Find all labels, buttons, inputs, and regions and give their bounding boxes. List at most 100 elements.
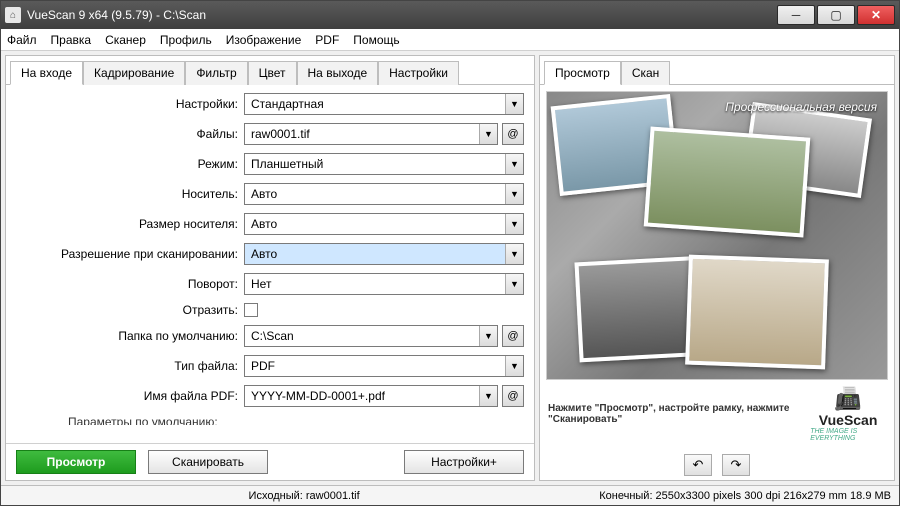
minimize-button[interactable]: ─	[777, 5, 815, 25]
label-pdfname: Имя файла PDF:	[16, 389, 244, 403]
at-button-folder[interactable]: @	[502, 325, 524, 347]
tab-settings[interactable]: Настройки	[378, 61, 459, 85]
at-button-files[interactable]: @	[502, 123, 524, 145]
left-buttons: Просмотр Сканировать Настройки+	[6, 443, 534, 480]
tab-filter[interactable]: Фильтр	[185, 61, 247, 85]
tab-color[interactable]: Цвет	[248, 61, 297, 85]
logo-name: VueScan	[819, 412, 878, 428]
row-cutoff: Параметры по умолчанию:	[68, 415, 524, 425]
value-resolution: Авто	[244, 243, 524, 265]
input-pdfname[interactable]	[244, 385, 498, 407]
row-pdfname: Имя файла PDF: ▼ @	[16, 385, 524, 407]
chevron-down-icon[interactable]: ▼	[505, 244, 523, 264]
value-mediasize: Авто	[244, 213, 524, 235]
row-mode: Режим: Планшетный ▼	[16, 153, 524, 175]
combo-media[interactable]: Авто ▼	[244, 183, 524, 205]
chevron-down-icon[interactable]: ▼	[479, 124, 497, 144]
preview-image[interactable]: Профессиональная версия	[546, 91, 888, 380]
app-icon: ⌂	[5, 7, 21, 23]
row-files: Файлы: raw0001.tif ▼ @	[16, 123, 524, 145]
window-buttons: ─ ▢ ✕	[777, 5, 895, 25]
tab-crop[interactable]: Кадрирование	[83, 61, 185, 85]
label-settings: Настройки:	[16, 97, 244, 111]
label-files: Файлы:	[16, 127, 244, 141]
settingsplus-button[interactable]: Настройки+	[404, 450, 524, 474]
right-tabs: Просмотр Скан	[540, 56, 894, 85]
combo-files[interactable]: raw0001.tif ▼	[244, 123, 498, 145]
hint-text: Нажмите "Просмотр", настройте рамку, наж…	[548, 403, 804, 425]
label-resolution: Разрешение при сканировании:	[16, 247, 244, 261]
combo-rotate[interactable]: Нет ▼	[244, 273, 524, 295]
label-mirror: Отразить:	[16, 303, 244, 317]
tab-preview[interactable]: Просмотр	[544, 61, 621, 85]
left-panel: На входе Кадрирование Фильтр Цвет На вых…	[5, 55, 535, 481]
row-defaultfolder: Папка по умолчанию: ▼ @	[16, 325, 524, 347]
chevron-down-icon[interactable]: ▼	[479, 326, 497, 346]
combo-settings[interactable]: Стандартная ▼	[244, 93, 524, 115]
menu-profile[interactable]: Профиль	[160, 33, 212, 47]
input-defaultfolder[interactable]	[244, 325, 498, 347]
row-resolution: Разрешение при сканировании: Авто ▼	[16, 243, 524, 265]
value-mode: Планшетный	[244, 153, 524, 175]
menu-image[interactable]: Изображение	[226, 33, 302, 47]
titlebar: ⌂ VueScan 9 x64 (9.5.79) - C:\Scan ─ ▢ ✕	[1, 1, 899, 29]
window-title: VueScan 9 x64 (9.5.79) - C:\Scan	[27, 8, 777, 22]
sample-photo	[644, 127, 811, 238]
combo-filetype[interactable]: PDF ▼	[244, 355, 524, 377]
value-rotate: Нет	[244, 273, 524, 295]
chevron-down-icon[interactable]: ▼	[505, 356, 523, 376]
preview-collage	[547, 92, 887, 379]
combo-pdfname[interactable]: ▼	[244, 385, 498, 407]
value-settings: Стандартная	[244, 93, 524, 115]
row-settings: Настройки: Стандартная ▼	[16, 93, 524, 115]
logo-area: Нажмите "Просмотр", настройте рамку, наж…	[540, 386, 894, 448]
row-mediasize: Размер носителя: Авто ▼	[16, 213, 524, 235]
menu-help[interactable]: Помощь	[353, 33, 399, 47]
label-mediasize: Размер носителя:	[16, 217, 244, 231]
vuescan-logo: 📠 VueScan THE IMAGE IS EVERYTHING	[810, 386, 886, 442]
tab-scan[interactable]: Скан	[621, 61, 670, 85]
chevron-down-icon[interactable]: ▼	[479, 386, 497, 406]
label-rotate: Поворот:	[16, 277, 244, 291]
logo-tagline: THE IMAGE IS EVERYTHING	[810, 428, 886, 442]
chevron-down-icon[interactable]: ▼	[505, 94, 523, 114]
left-tabs: На входе Кадрирование Фильтр Цвет На вых…	[6, 56, 534, 85]
status-target: Конечный: 2550x3300 pixels 300 dpi 216x2…	[599, 490, 891, 502]
scanner-icon: 📠	[834, 386, 861, 412]
right-panel: Просмотр Скан Профессиональная версия На…	[539, 55, 895, 481]
value-filetype: PDF	[244, 355, 524, 377]
menu-file[interactable]: Файл	[7, 33, 37, 47]
chevron-down-icon[interactable]: ▼	[505, 154, 523, 174]
rotate-left-button[interactable]: ↶	[684, 454, 712, 476]
tab-output[interactable]: На выходе	[297, 61, 379, 85]
mirror-checkbox[interactable]	[244, 303, 258, 317]
label-mode: Режим:	[16, 157, 244, 171]
menu-pdf[interactable]: PDF	[315, 33, 339, 47]
label-media: Носитель:	[16, 187, 244, 201]
label-defaultfolder: Папка по умолчанию:	[16, 329, 244, 343]
scan-button[interactable]: Сканировать	[148, 450, 268, 474]
label-filetype: Тип файла:	[16, 359, 244, 373]
status-bar: Исходный: raw0001.tif Конечный: 2550x330…	[1, 485, 899, 505]
combo-mediasize[interactable]: Авто ▼	[244, 213, 524, 235]
combo-resolution[interactable]: Авто ▼	[244, 243, 524, 265]
menu-edit[interactable]: Правка	[51, 33, 92, 47]
rotate-right-button[interactable]: ↷	[722, 454, 750, 476]
content-area: На входе Кадрирование Фильтр Цвет На вых…	[1, 51, 899, 485]
row-mirror: Отразить:	[16, 303, 524, 317]
preview-area: Профессиональная версия Нажмите "Просмот…	[540, 85, 894, 448]
menu-scanner[interactable]: Сканер	[105, 33, 146, 47]
preview-button[interactable]: Просмотр	[16, 450, 136, 474]
combo-mode[interactable]: Планшетный ▼	[244, 153, 524, 175]
maximize-button[interactable]: ▢	[817, 5, 855, 25]
chevron-down-icon[interactable]: ▼	[505, 214, 523, 234]
tab-input[interactable]: На входе	[10, 61, 83, 85]
status-source: Исходный: raw0001.tif	[9, 490, 599, 502]
row-rotate: Поворот: Нет ▼	[16, 273, 524, 295]
close-button[interactable]: ✕	[857, 5, 895, 25]
combo-defaultfolder[interactable]: ▼	[244, 325, 498, 347]
chevron-down-icon[interactable]: ▼	[505, 274, 523, 294]
form-area: Настройки: Стандартная ▼ Файлы: raw0001.…	[6, 85, 534, 443]
chevron-down-icon[interactable]: ▼	[505, 184, 523, 204]
at-button-pdfname[interactable]: @	[502, 385, 524, 407]
